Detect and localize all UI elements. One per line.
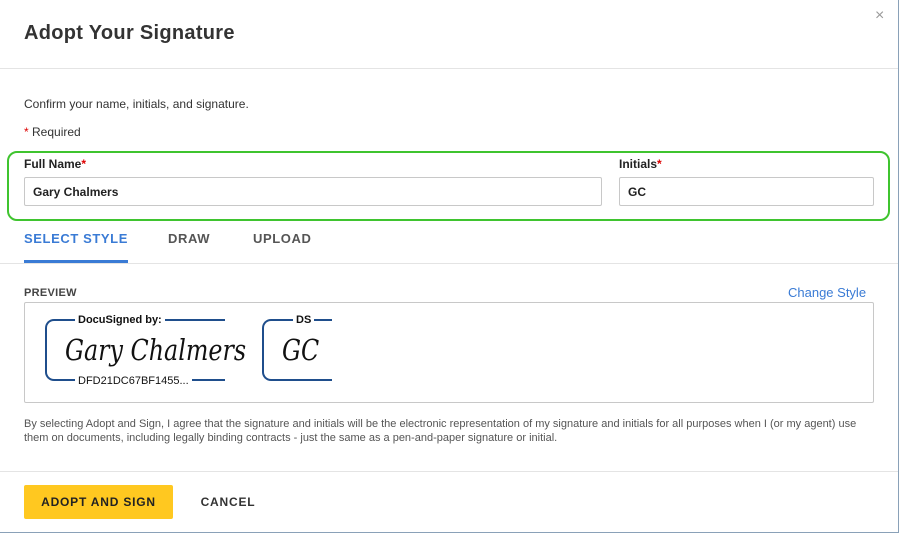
signature-id: DFD21DC67BF1455... [75,375,192,388]
change-style-link[interactable]: Change Style [788,285,866,300]
signature-tabs: SELECT STYLE DRAW UPLOAD [0,222,898,264]
dialog-header: Adopt Your Signature × [0,0,898,69]
initials-header: DS [293,314,315,327]
initials-script: GC [282,333,320,367]
signature-preview: DocuSigned by: Gary Chalmers DFD21DC67BF… [24,302,874,403]
tab-draw[interactable]: DRAW [168,231,210,246]
cancel-button[interactable]: CANCEL [190,485,266,519]
required-asterisk: * [657,157,662,171]
adopt-signature-dialog: Adopt Your Signature × Confirm your name… [0,0,899,533]
initials-label: Initials* [619,157,662,171]
adopt-and-sign-button[interactable]: ADOPT AND SIGN [24,485,173,519]
initials-label-text: Initials [619,157,658,171]
tab-upload[interactable]: UPLOAD [253,231,312,246]
intro-text: Confirm your name, initials, and signatu… [24,97,249,111]
dialog-title: Adopt Your Signature [24,22,235,44]
signature-script: Gary Chalmers [65,333,247,367]
full-name-label: Full Name* [24,157,86,171]
signature-header: DocuSigned by: [75,314,165,327]
footer-divider [0,471,898,472]
required-text: Required [28,125,81,139]
required-asterisk: * [81,157,87,171]
initials-field[interactable] [619,177,874,206]
preview-label: PREVIEW [24,287,77,299]
required-note: * Required [24,125,81,139]
legal-disclaimer: By selecting Adopt and Sign, I agree tha… [24,418,857,444]
full-name-field[interactable] [24,177,602,206]
tab-select-style[interactable]: SELECT STYLE [24,231,128,246]
full-name-label-text: Full Name [24,157,82,171]
close-icon[interactable]: × [875,6,884,26]
active-tab-indicator [24,260,128,263]
